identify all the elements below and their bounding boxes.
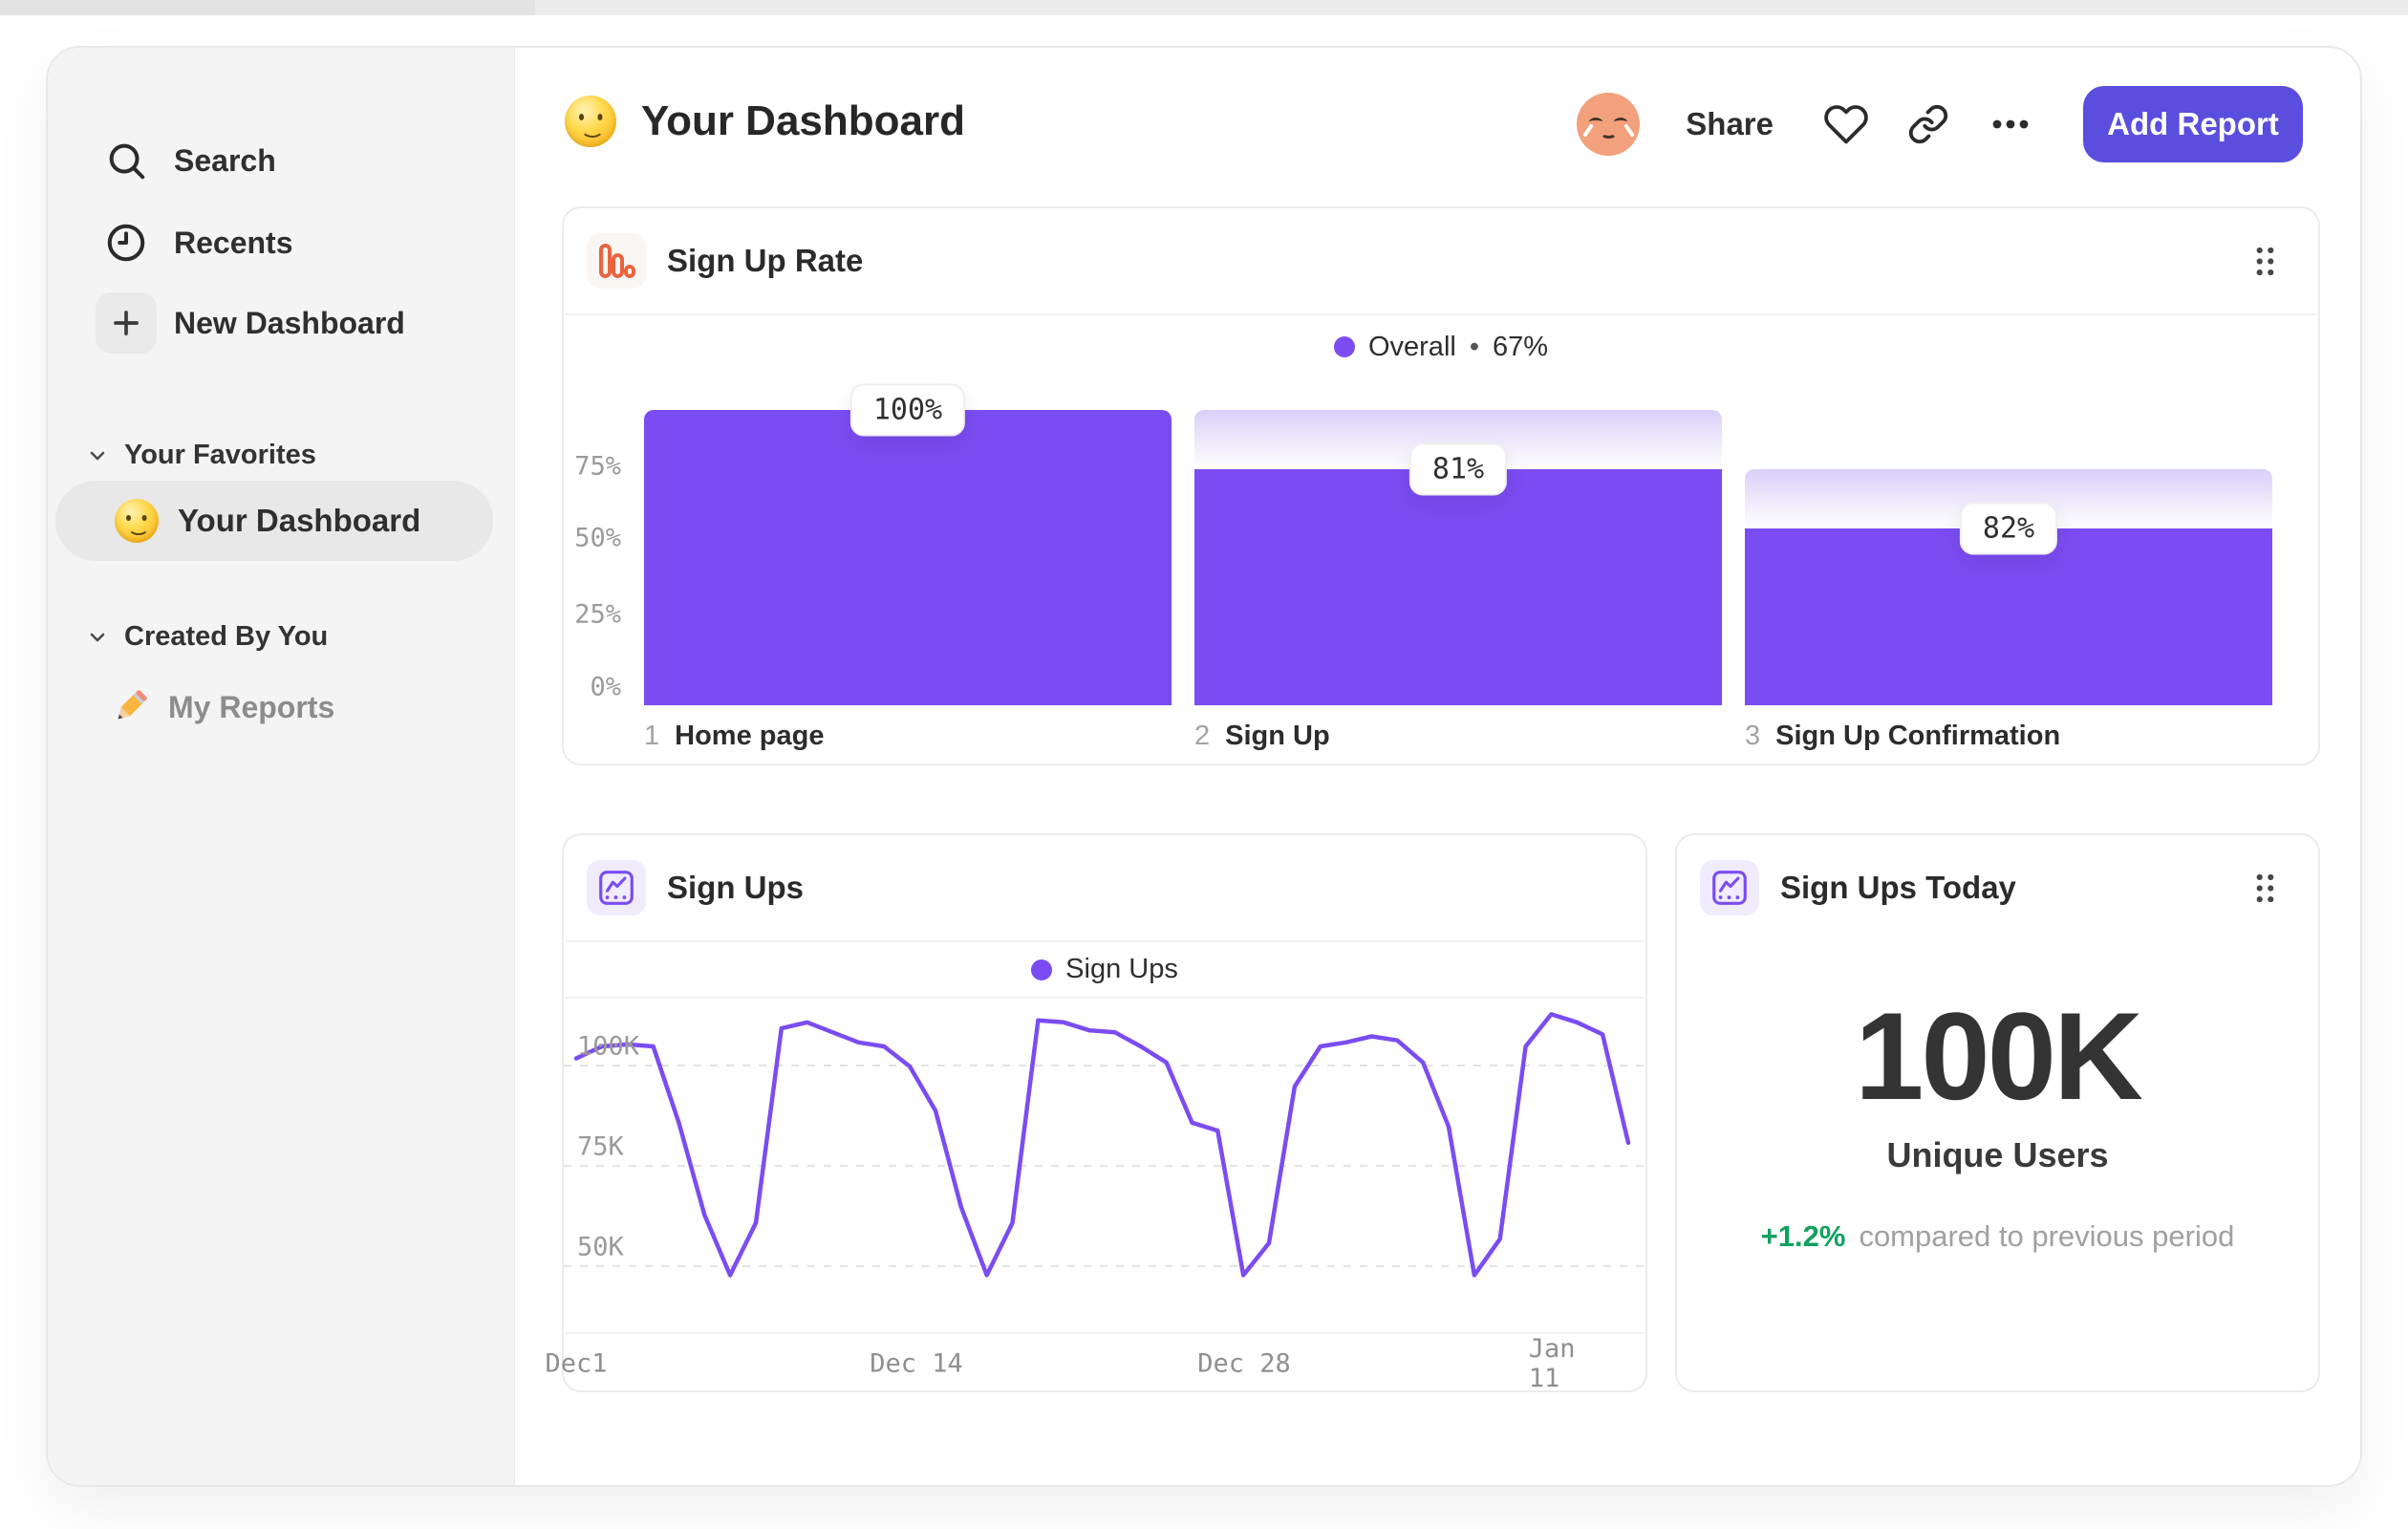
funnel-solid-segment — [1745, 528, 2272, 705]
bar-value-tooltip: 100% — [849, 383, 966, 437]
add-report-button[interactable]: Add Report — [2083, 86, 2303, 162]
card-header: Sign Ups Today — [1677, 835, 2318, 940]
smiley-emoji-icon — [115, 499, 159, 543]
legend-series: Overall — [1367, 331, 1456, 362]
funnel-chart: 75% 50% 25% 0% 100% 81% 82% — [564, 383, 2318, 705]
card-header: Sign Up Rate — [564, 208, 2318, 313]
stat-caption: Unique Users — [1886, 1135, 2109, 1174]
sidebar: Search Recents New Dashboard Your Favori… — [48, 48, 515, 1485]
sidebar-item-label: Recents — [174, 225, 293, 260]
x-tick: Jan 11 — [1528, 1333, 1576, 1393]
sidebar-item-label: Your Dashboard — [178, 503, 421, 538]
x-tick: Dec 28 — [1197, 1348, 1291, 1378]
sidebar-item-your-dashboard[interactable]: Your Dashboard — [55, 481, 493, 561]
sidebar-section-label: Created By You — [124, 621, 329, 652]
funnel-bar-sign-up[interactable]: 81% — [1194, 410, 1722, 705]
y-tick: 75K — [577, 1131, 624, 1162]
x-tick: Dec1 — [545, 1348, 608, 1378]
legend-series: Sign Ups — [1065, 954, 1178, 984]
card-title: Sign Up Rate — [667, 243, 864, 278]
topbar-actions: Share Add Report — [1577, 86, 2303, 162]
sidebar-item-label: My Reports — [168, 689, 335, 724]
line-chart-svg — [564, 1012, 1645, 1278]
avatar[interactable] — [1577, 93, 1641, 156]
sign-ups-line-chart[interactable]: 100K 75K 50K — [564, 999, 1645, 1332]
card-header: Sign Ups — [564, 835, 1645, 940]
sidebar-item-my-reports[interactable]: My Reports — [109, 686, 334, 728]
y-tick: 50K — [577, 1232, 624, 1262]
y-tick: 100K — [577, 1031, 640, 1062]
bar-chart-icon — [587, 233, 646, 289]
funnel-bar-home-page[interactable]: 100% — [644, 383, 1172, 705]
bar-value-tooltip: 82% — [1959, 502, 2058, 555]
x-tick: Dec 14 — [870, 1348, 963, 1378]
favorite-button[interactable] — [1816, 94, 1877, 155]
sidebar-item-new-dashboard[interactable]: New Dashboard — [96, 292, 405, 354]
funnel-step-label: 3 Sign Up Confirmation — [1745, 721, 2061, 751]
page-header: Your Dashboard — [565, 96, 965, 147]
legend-dot — [1031, 958, 1053, 980]
funnel-step-label: 1 Home page — [644, 721, 825, 751]
stat-delta-row: +1.2% compared to previous period — [1761, 1219, 2235, 1254]
search-icon — [96, 130, 157, 191]
sign-up-rate-card: Sign Up Rate Overall • 67% 75% 50% 25% 0… — [562, 206, 2320, 765]
funnel-bar-sign-up-confirmation[interactable]: 82% — [1745, 410, 2272, 705]
funnel-solid-segment — [1194, 468, 1722, 705]
y-tick: 25% — [574, 599, 621, 630]
pencil-icon — [118, 690, 147, 720]
bar-value-tooltip: 81% — [1408, 442, 1508, 496]
drag-handle-icon[interactable] — [2246, 238, 2284, 284]
smiley-emoji-icon — [565, 96, 616, 147]
funnel-y-axis: 75% 50% 25% 0% — [574, 410, 621, 705]
funnel-columns: 100% 81% 82% — [644, 383, 2272, 705]
ellipsis-icon — [1992, 119, 2029, 129]
signups-line — [573, 1012, 1631, 1278]
funnel-legend: Overall • 67% — [564, 315, 2318, 378]
legend-dot — [1333, 336, 1355, 357]
delta-caption: compared to previous period — [1859, 1219, 2235, 1253]
sidebar-item-recents[interactable]: Recents — [96, 212, 293, 273]
copy-link-button[interactable] — [1898, 94, 1959, 155]
app-window: Search Recents New Dashboard Your Favori… — [46, 46, 2362, 1487]
delta-badge: +1.2% — [1760, 1219, 1846, 1253]
y-tick: 0% — [590, 672, 621, 702]
funnel-step-label: 2 Sign Up — [1194, 721, 1330, 751]
y-tick: 75% — [574, 451, 621, 482]
sign-ups-card: Sign Ups Sign Ups 100K 75K 50K Dec1 Dec … — [545, 833, 1647, 1393]
heart-icon — [1824, 105, 1868, 144]
stat-body: 100K Unique Users +1.2% compared to prev… — [1677, 940, 2318, 1254]
page-title: Your Dashboard — [641, 97, 966, 144]
sidebar-item-search[interactable]: Search — [96, 130, 276, 191]
funnel-solid-segment — [644, 410, 1172, 705]
funnel-step-labels: 1 Home page 2 Sign Up 3 Sign Up Confirma… — [644, 705, 2272, 752]
main-content: Your Dashboard Share Add Report Sign Up … — [515, 48, 2360, 1485]
line-legend: Sign Ups — [564, 942, 1645, 997]
stat-value: 100K — [1855, 986, 2143, 1126]
drag-handle-icon[interactable] — [2246, 865, 2284, 911]
more-options-button[interactable] — [1980, 94, 2041, 155]
window-chrome-strip-left — [0, 0, 535, 15]
sidebar-section-your-favorites[interactable]: Your Favorites — [86, 440, 316, 471]
sidebar-item-label: Search — [174, 142, 276, 178]
line-chart-icon — [1700, 860, 1759, 915]
legend-separator: • — [1469, 331, 1479, 362]
clock-icon — [96, 212, 157, 273]
line-x-axis: Dec1 Dec 14 Dec 28 Jan 11 — [545, 1333, 1645, 1393]
sidebar-item-label: New Dashboard — [174, 305, 405, 340]
card-title: Sign Ups Today — [1780, 870, 2016, 905]
link-icon — [1908, 104, 1948, 144]
y-tick: 50% — [574, 523, 621, 553]
card-title: Sign Ups — [667, 870, 805, 905]
sidebar-section-created-by-you[interactable]: Created By You — [86, 621, 328, 653]
chevron-down-icon — [90, 633, 105, 641]
sidebar-section-label: Your Favorites — [124, 440, 316, 470]
share-button[interactable]: Share — [1686, 106, 1774, 142]
chevron-down-icon — [90, 451, 105, 460]
plus-icon — [96, 292, 157, 354]
legend-overall-value: 67% — [1492, 331, 1549, 362]
sign-ups-today-card: Sign Ups Today 100K Unique Users +1.2% c… — [1675, 833, 2320, 1392]
line-chart-icon — [587, 860, 646, 915]
